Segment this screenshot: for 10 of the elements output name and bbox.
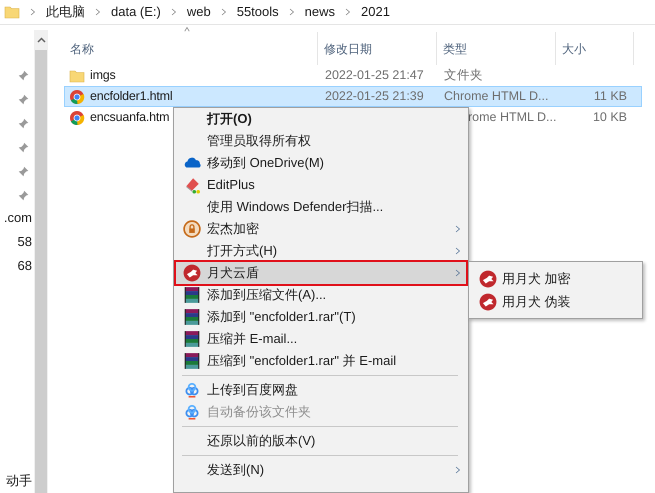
file-type: rome HTML D... (468, 110, 556, 124)
file-type: Chrome HTML D... (444, 89, 548, 104)
modified-date: 2022-01-25 21:39 (325, 89, 424, 104)
file-size: 11 KB (594, 88, 627, 106)
file-size: 10 KB (592, 109, 627, 126)
file-name: encfolder1.html (90, 88, 172, 106)
file-type: 文件夹 (444, 68, 483, 82)
file-name: encsuanfa.htm (90, 109, 170, 126)
file-name: imgs (90, 67, 116, 84)
modified-date: 2022-01-25 21:47 (325, 68, 424, 82)
